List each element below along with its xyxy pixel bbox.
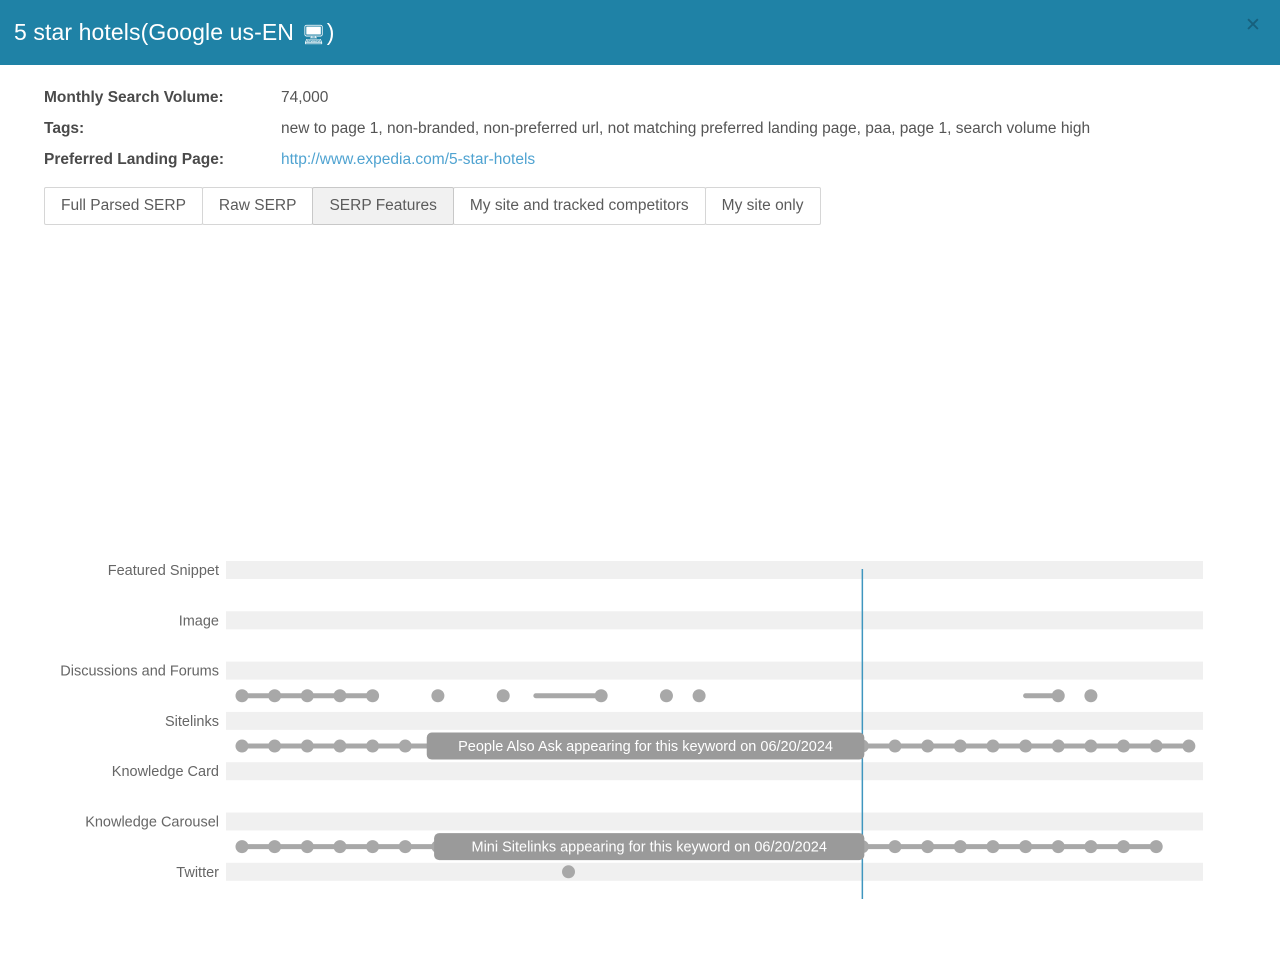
row-band	[226, 661, 1203, 680]
tooltip-text: People Also Ask appearing for this keywo…	[458, 739, 833, 755]
meta-row-landing-page: Preferred Landing Page: http://www.exped…	[44, 151, 1280, 169]
modal-header: 5 star hotels(Google us-EN 🖥) ✕	[0, 0, 1280, 65]
view-tabs: Full Parsed SERP Raw SERP SERP Features …	[44, 187, 1280, 226]
y-axis-label: Discussions and Forums	[60, 664, 219, 680]
data-series[interactable]	[562, 865, 575, 879]
series-data-point[interactable]	[398, 739, 412, 753]
row-band	[226, 762, 1203, 781]
series-data-point[interactable]	[1084, 840, 1098, 854]
series-data-point[interactable]	[1051, 739, 1065, 753]
series-data-point[interactable]	[659, 689, 673, 703]
series-data-point[interactable]	[300, 689, 314, 703]
chart-row: Sitelinks	[165, 711, 1203, 730]
y-axis-label: Image	[179, 613, 219, 629]
chart-tooltip: Mini Sitelinks appearing for this keywor…	[434, 833, 865, 861]
series-data-point[interactable]	[366, 840, 380, 854]
series-data-point[interactable]	[333, 739, 347, 753]
series-data-point[interactable]	[300, 840, 314, 854]
row-band	[226, 812, 1203, 831]
close-icon[interactable]: ✕	[1242, 14, 1264, 36]
series-data-point[interactable]	[366, 739, 380, 753]
series-data-point[interactable]	[268, 689, 282, 703]
row-band	[226, 711, 1203, 730]
row-band	[226, 862, 1203, 881]
series-data-point[interactable]	[1084, 689, 1098, 703]
chart-canvas[interactable]: Featured Snippet Image Discussions and For…	[0, 259, 1280, 900]
series-data-point[interactable]	[1117, 739, 1131, 753]
series-data-point[interactable]	[268, 739, 282, 753]
tab-my-site-only[interactable]: My site only	[704, 187, 821, 226]
series-data-point[interactable]	[953, 739, 967, 753]
series-data-point[interactable]	[986, 739, 1000, 753]
series-data-point[interactable]	[1182, 739, 1196, 753]
series-data-point[interactable]	[921, 739, 935, 753]
series-data-point[interactable]	[1149, 739, 1163, 753]
series-data-point[interactable]	[594, 689, 608, 703]
y-axis-label: Featured Snippet	[108, 563, 219, 579]
chart-tooltip: People Also Ask appearing for this keywo…	[426, 732, 865, 760]
series-data-point[interactable]	[921, 840, 935, 854]
series-data-point[interactable]	[986, 840, 1000, 854]
y-axis-label: Knowledge Card	[112, 764, 219, 780]
series-data-point[interactable]	[366, 689, 380, 703]
chart-row: Knowledge Card	[112, 762, 1203, 781]
series-data-point[interactable]	[1117, 840, 1131, 854]
series-data-point[interactable]	[398, 840, 412, 854]
series-data-point[interactable]	[333, 840, 347, 854]
series-data-point[interactable]	[235, 739, 249, 753]
meta-row-search-volume: Monthly Search Volume: 74,000	[44, 89, 1280, 107]
series-data-point[interactable]	[1149, 840, 1163, 854]
series-data-point[interactable]	[1019, 739, 1033, 753]
series-data-point[interactable]	[888, 840, 902, 854]
series-data-point[interactable]	[235, 689, 249, 703]
row-band	[226, 611, 1203, 630]
y-axis-label: Sitelinks	[165, 714, 219, 730]
series-data-point[interactable]	[1051, 840, 1065, 854]
row-band	[226, 561, 1203, 580]
tags-value: new to page 1, non-branded, non-preferre…	[281, 120, 1091, 137]
chart-row: Discussions and Forums	[60, 661, 1203, 680]
tab-raw-serp[interactable]: Raw SERP	[201, 187, 314, 226]
preferred-landing-page-link[interactable]: http://www.expedia.com/5-star-hotels	[281, 151, 535, 169]
meta-label: Preferred Landing Page:	[44, 151, 225, 168]
tab-full-parsed-serp[interactable]: Full Parsed SERP	[44, 187, 203, 226]
series-data-point[interactable]	[268, 840, 282, 854]
page-title-suffix: )	[326, 19, 335, 45]
series-data-point[interactable]	[1084, 739, 1098, 753]
page-title-text: 5 star hotels(Google us-EN	[14, 19, 301, 45]
tab-my-site-and-tracked-competitors[interactable]: My site and tracked competitors	[452, 187, 706, 226]
series-data-point[interactable]	[1051, 689, 1065, 703]
series-data-point[interactable]	[333, 689, 347, 703]
series-data-point[interactable]	[1019, 840, 1033, 854]
y-axis-label: Twitter	[176, 865, 219, 881]
series-data-point[interactable]	[300, 739, 314, 753]
series-data-point[interactable]	[235, 840, 249, 854]
chart-row: Knowledge Carousel	[85, 812, 1203, 831]
chart-row: Image	[179, 611, 1203, 630]
serp-features-timeline-chart: Featured Snippet Image Discussions and For…	[0, 259, 1280, 900]
monthly-search-volume-value: 74,000	[281, 89, 329, 106]
data-series[interactable]	[235, 689, 1098, 703]
meta-row-tags: Tags: new to page 1, non-branded, non-pr…	[44, 120, 1280, 138]
chart-row: Twitter	[176, 862, 1203, 881]
desktop-device-icon: 🖥	[301, 25, 326, 46]
series-data-point[interactable]	[953, 840, 967, 854]
page-title: 5 star hotels(Google us-EN 🖥)	[0, 19, 335, 46]
keyword-meta: Monthly Search Volume: 74,000 Tags: new …	[0, 65, 1280, 169]
meta-label: Monthly Search Volume:	[44, 89, 224, 106]
y-axis-label: Knowledge Carousel	[85, 815, 219, 831]
series-data-point[interactable]	[431, 689, 445, 703]
meta-label: Tags:	[44, 120, 85, 137]
tab-serp-features[interactable]: SERP Features	[312, 187, 454, 226]
series-data-point[interactable]	[562, 865, 575, 879]
series-data-point[interactable]	[496, 689, 510, 703]
chart-row: Featured Snippet	[108, 561, 1203, 580]
series-data-point[interactable]	[692, 689, 706, 703]
tooltip-text: Mini Sitelinks appearing for this keywor…	[471, 840, 826, 856]
series-data-point[interactable]	[888, 739, 902, 753]
